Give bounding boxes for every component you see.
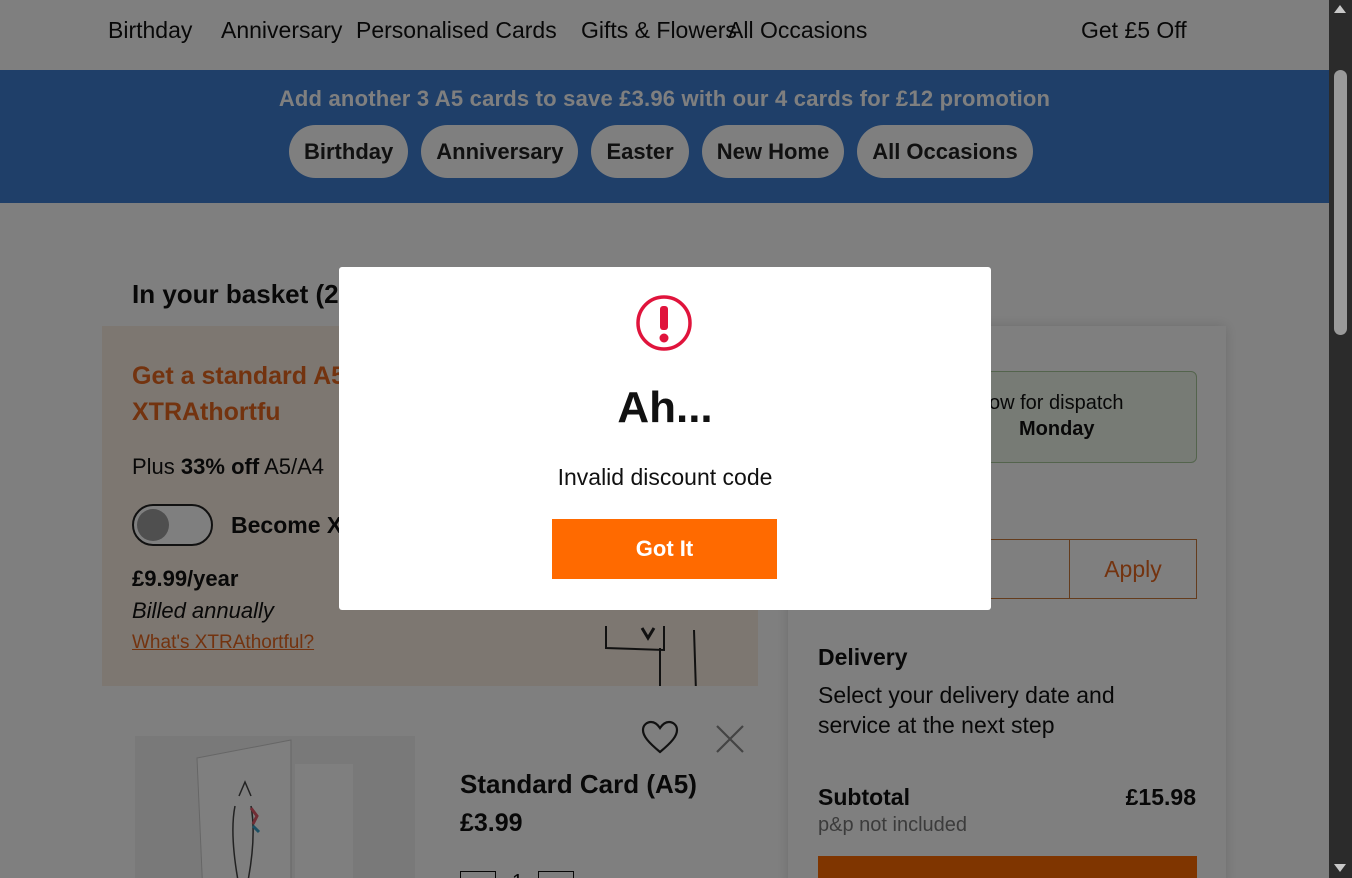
dialog-message: Invalid discount code xyxy=(557,464,773,490)
scroll-down-arrow-icon[interactable] xyxy=(1334,864,1346,872)
dialog-title: Ah... xyxy=(617,383,713,432)
got-it-button[interactable]: Got It xyxy=(552,519,777,579)
page: Birthday Anniversary Personalised Cards … xyxy=(0,0,1329,878)
scroll-up-arrow-icon[interactable] xyxy=(1334,5,1346,13)
scroll-thumb[interactable] xyxy=(1334,70,1347,335)
exclamation-circle-icon xyxy=(636,295,692,351)
error-dialog: Ah... Invalid discount code Got It xyxy=(339,267,991,610)
vertical-scrollbar[interactable] xyxy=(1329,0,1352,878)
